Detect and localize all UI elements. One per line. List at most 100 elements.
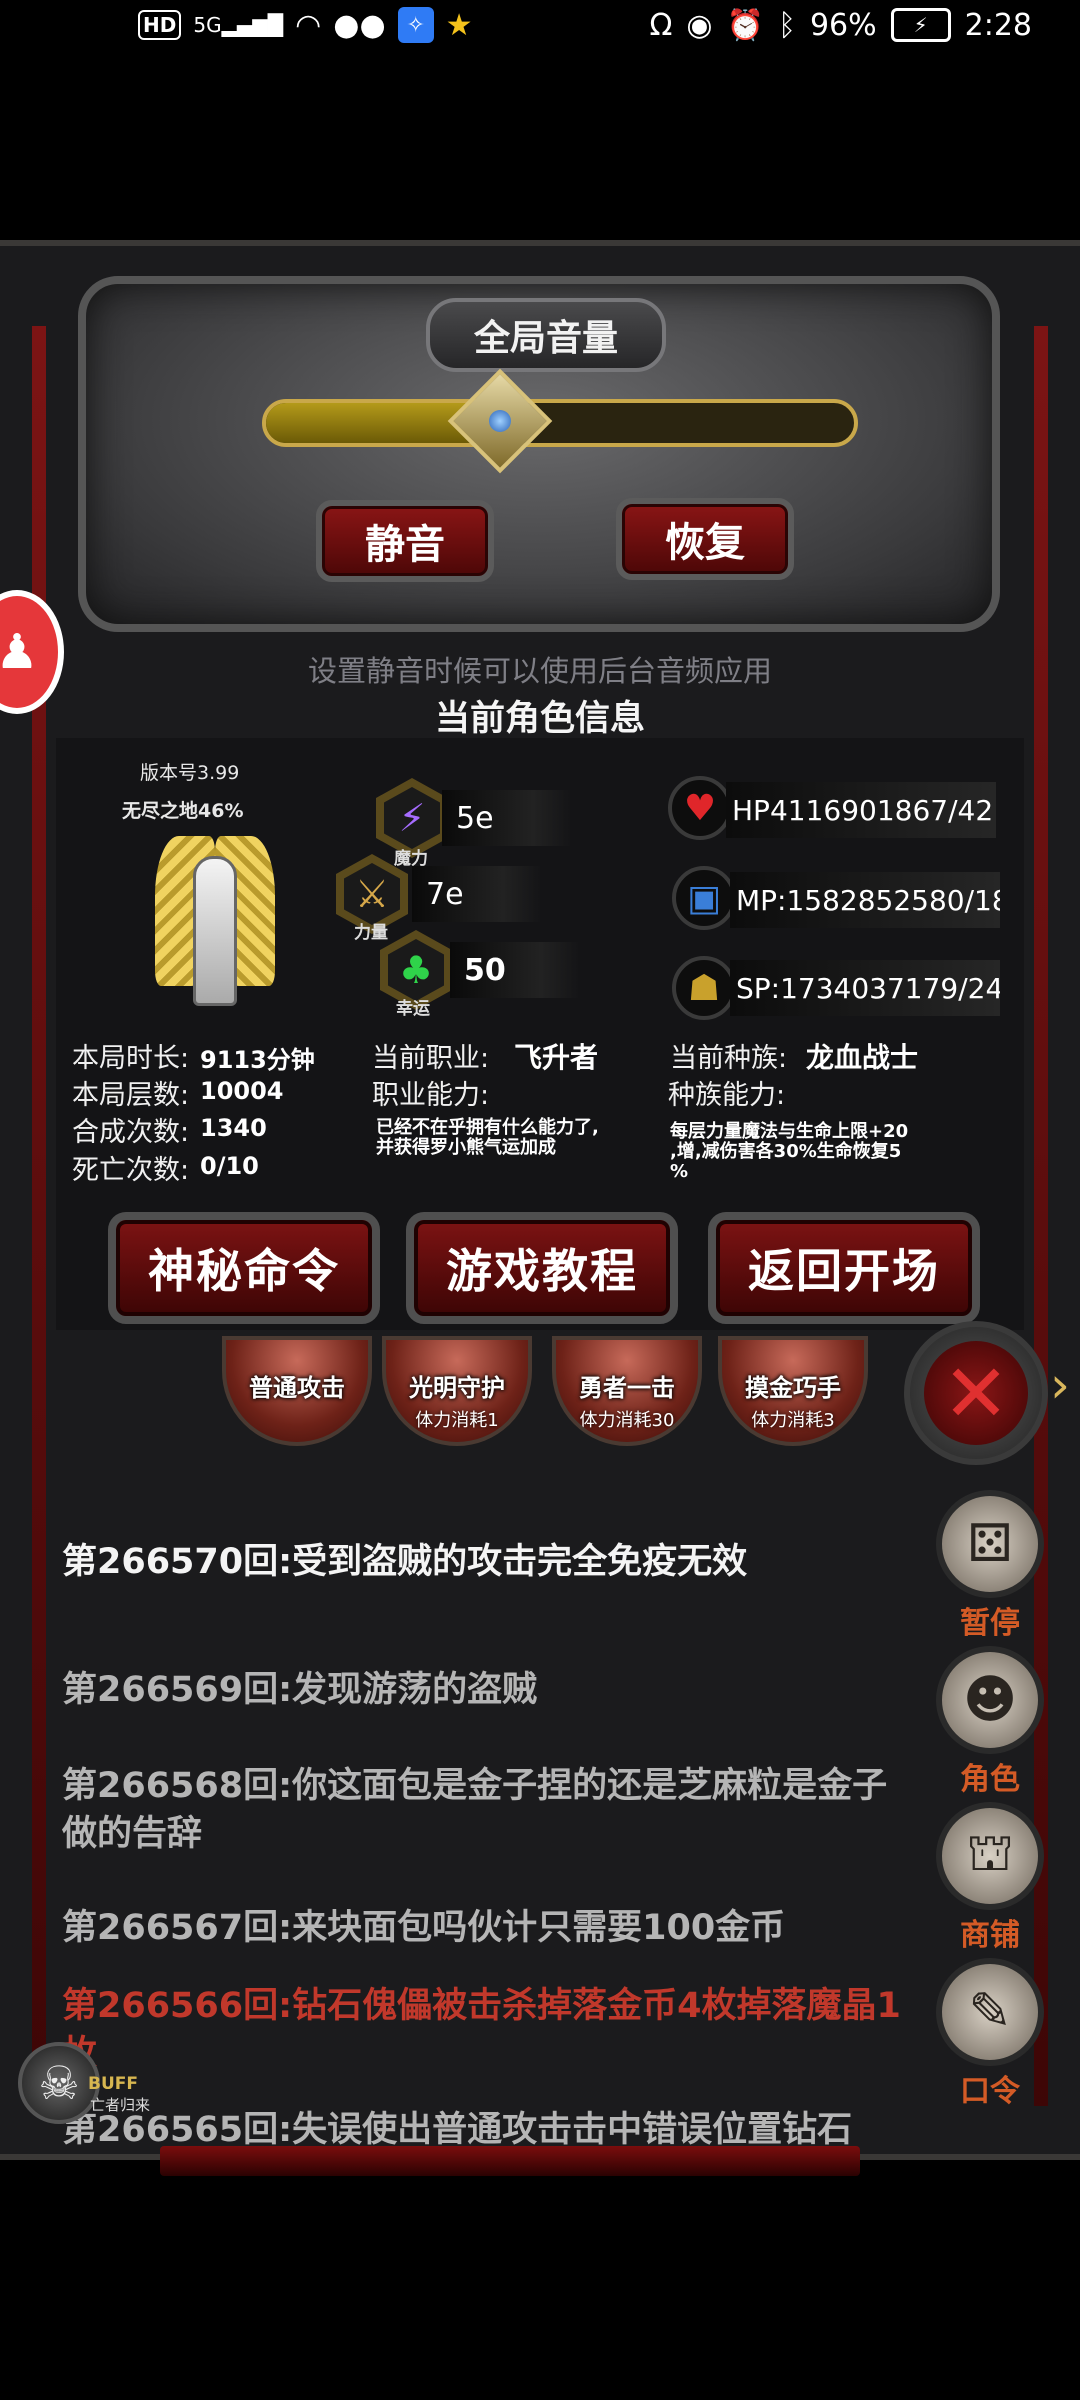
wifi-icon: ◠ <box>295 7 322 43</box>
race-value: 龙血战士 <box>806 1041 919 1074</box>
log-line-6: 第266565回:失误使出普通攻击击中错误位置钻石 <box>62 2110 853 2146</box>
skill-name: 光明守护 <box>409 1374 505 1402</box>
job-label: 当前职业: <box>372 1043 490 1074</box>
skill-name: 摸金巧手 <box>745 1374 841 1402</box>
battery-percent: 96% <box>809 7 877 43</box>
sp-value: SP:1734037179/244 <box>730 960 1000 1016</box>
bluetooth-icon: ᛒ <box>777 7 796 43</box>
secret-command-button[interactable]: 神秘命令 <box>108 1212 380 1324</box>
chevron-right-icon[interactable]: › <box>1050 1356 1070 1414</box>
close-button[interactable]: ✕ <box>904 1321 1048 1465</box>
scroll-icon: ✎ <box>936 1958 1044 2066</box>
signal-label: 5G <box>193 13 222 37</box>
dice-icon: ⚄ <box>936 1490 1044 1598</box>
job-value: 飞升者 <box>514 1041 599 1074</box>
shop-icon: ⛫ <box>936 1802 1044 1910</box>
user-icon: ♟ <box>0 624 39 680</box>
status-left: HD 5G ▂▄▆█ ◠ ●● ✧ ★ <box>138 6 473 44</box>
race-label: 当前种族: <box>670 1043 788 1074</box>
race-ability-desc-1: 每层力量魔法与生命上限+20 <box>670 1121 909 1142</box>
buff-sub-label: 亡者归来 <box>90 2096 151 2114</box>
mute-button[interactable]: 静音 <box>316 500 494 582</box>
skill-gold-hands[interactable]: 摸金巧手 体力消耗3 <box>718 1336 868 1446</box>
wechat-icon: ●● <box>333 7 386 43</box>
password-button[interactable]: ✎ 口令 <box>934 1958 1046 2110</box>
strength-caption: 力量 <box>354 923 388 943</box>
log-line-4: 第266567回:来块面包吗伙计只需要100金币 <box>62 1908 786 1948</box>
frame-left-border <box>32 326 46 2106</box>
job-ability-label: 职业能力: <box>372 1080 490 1111</box>
log-line-2: 第266569回:发现游荡的盗贼 <box>62 1670 538 1710</box>
skill-cost: 体力消耗30 <box>579 1410 675 1431</box>
heart-icon: ♥ <box>668 776 732 840</box>
game-frame: 全局音量 静音 恢复 设置静音时候可以使用后台音频应用 当前角色信息 版本号3.… <box>0 240 1080 2176</box>
strength-value: 7e <box>412 866 542 922</box>
log-line-5: 第266566回:钻石傀儡被击杀掉落金币4枚掉落魔晶1枚 <box>62 1986 901 2074</box>
shop-label: 商铺 <box>960 1918 1020 1953</box>
signal-icon: 5G ▂▄▆█ <box>193 13 284 37</box>
volume-panel: 全局音量 静音 恢复 <box>78 276 1000 632</box>
volume-slider-knob[interactable] <box>448 368 553 474</box>
race-ability-label: 种族能力: <box>668 1080 786 1111</box>
battery-icon: ⚡ <box>890 8 951 42</box>
alarm-icon: ⏰ <box>726 7 764 43</box>
password-label: 口令 <box>960 2074 1020 2109</box>
back-to-start-button[interactable]: 返回开场 <box>708 1212 980 1324</box>
buff-label: BUFF <box>88 2074 138 2094</box>
role-label: 角色 <box>960 1762 1020 1797</box>
zone-label: 无尽之地46% <box>122 800 244 822</box>
stat-floor-label: 本局层数: <box>72 1080 190 1111</box>
mp-value: MP:1582852580/18 <box>730 872 1000 928</box>
luck-value: 50 <box>450 942 580 998</box>
log-line-3: 第266568回:你这面包是金子捏的还是芝麻粒是金子做的告辞 <box>62 1766 888 1854</box>
job-ability-desc-1: 已经不在乎拥有什么能力了, <box>376 1117 599 1138</box>
log-line-1: 第266570回:受到盗贼的攻击完全免疫无效 <box>62 1542 748 1582</box>
mana-icon: ▣ <box>672 866 736 930</box>
close-icon: ✕ <box>924 1341 1028 1445</box>
volume-title: 全局音量 <box>473 318 618 359</box>
restore-button[interactable]: 恢复 <box>616 498 794 580</box>
volume-title-plate: 全局音量 <box>426 298 666 372</box>
stat-floor-value: 10004 <box>200 1077 284 1105</box>
clock: 2:28 <box>964 7 1032 43</box>
skill-normal-attack[interactable]: 普通攻击 <box>222 1336 372 1446</box>
hero-sprite <box>155 836 275 1006</box>
skill-name: 勇者一击 <box>579 1374 675 1402</box>
knob-gem-icon <box>484 405 516 437</box>
pause-button[interactable]: ⚄ 暂停 <box>934 1490 1046 1642</box>
race-ability-desc-3: % <box>670 1161 689 1182</box>
skill-cost: 体力消耗1 <box>415 1410 499 1431</box>
magic-value: 5e <box>442 790 572 846</box>
stamina-icon: ☗ <box>672 956 736 1020</box>
stat-death-value: 0/10 <box>200 1152 259 1180</box>
eye-icon: ◉ <box>686 7 713 43</box>
stat-death-label: 死亡次数: <box>72 1155 190 1186</box>
status-bar: HD 5G ▂▄▆█ ◠ ●● ✧ ★ Ω ◉ ⏰ ᛒ 96% ⚡ 2:28 <box>0 0 1080 54</box>
star-icon: ★ <box>445 7 473 43</box>
race-ability-desc-2: ,增,减伤害各30%生命恢复5 <box>670 1141 902 1162</box>
hero-body <box>193 856 237 1006</box>
stat-duration-value: 9113分钟 <box>200 1046 315 1074</box>
character-section-title: 当前角色信息 <box>434 699 645 739</box>
status-right: Ω ◉ ⏰ ᛒ 96% ⚡ 2:28 <box>649 6 1032 44</box>
volume-slider[interactable] <box>262 399 858 447</box>
hd-badge: HD <box>138 10 182 40</box>
headphone-icon: Ω <box>649 7 673 43</box>
shop-button[interactable]: ⛫ 商铺 <box>934 1802 1046 1954</box>
hp-value: HP4116901867/42 <box>726 782 996 838</box>
luck-caption: 幸运 <box>396 999 430 1019</box>
skill-light-guard[interactable]: 光明守护 体力消耗1 <box>382 1336 532 1446</box>
stat-merge-value: 1340 <box>200 1114 267 1142</box>
job-ability-desc-2: 并获得罗小熊气运加成 <box>376 1137 556 1158</box>
version-label: 版本号3.99 <box>140 762 240 784</box>
stat-merge-label: 合成次数: <box>72 1117 190 1148</box>
skill-hero-strike[interactable]: 勇者一击 体力消耗30 <box>552 1336 702 1446</box>
screen: HD 5G ▂▄▆█ ◠ ●● ✧ ★ Ω ◉ ⏰ ᛒ 96% ⚡ 2:28 全局… <box>0 0 1080 2400</box>
skill-cost: 体力消耗3 <box>751 1410 835 1431</box>
bottom-bar <box>160 2146 860 2176</box>
skill-name: 普通攻击 <box>249 1374 345 1402</box>
stat-duration-label: 本局时长: <box>72 1043 190 1074</box>
tutorial-button[interactable]: 游戏教程 <box>406 1212 678 1324</box>
role-button[interactable]: ☻ 角色 <box>934 1646 1046 1798</box>
pause-label: 暂停 <box>960 1606 1020 1641</box>
